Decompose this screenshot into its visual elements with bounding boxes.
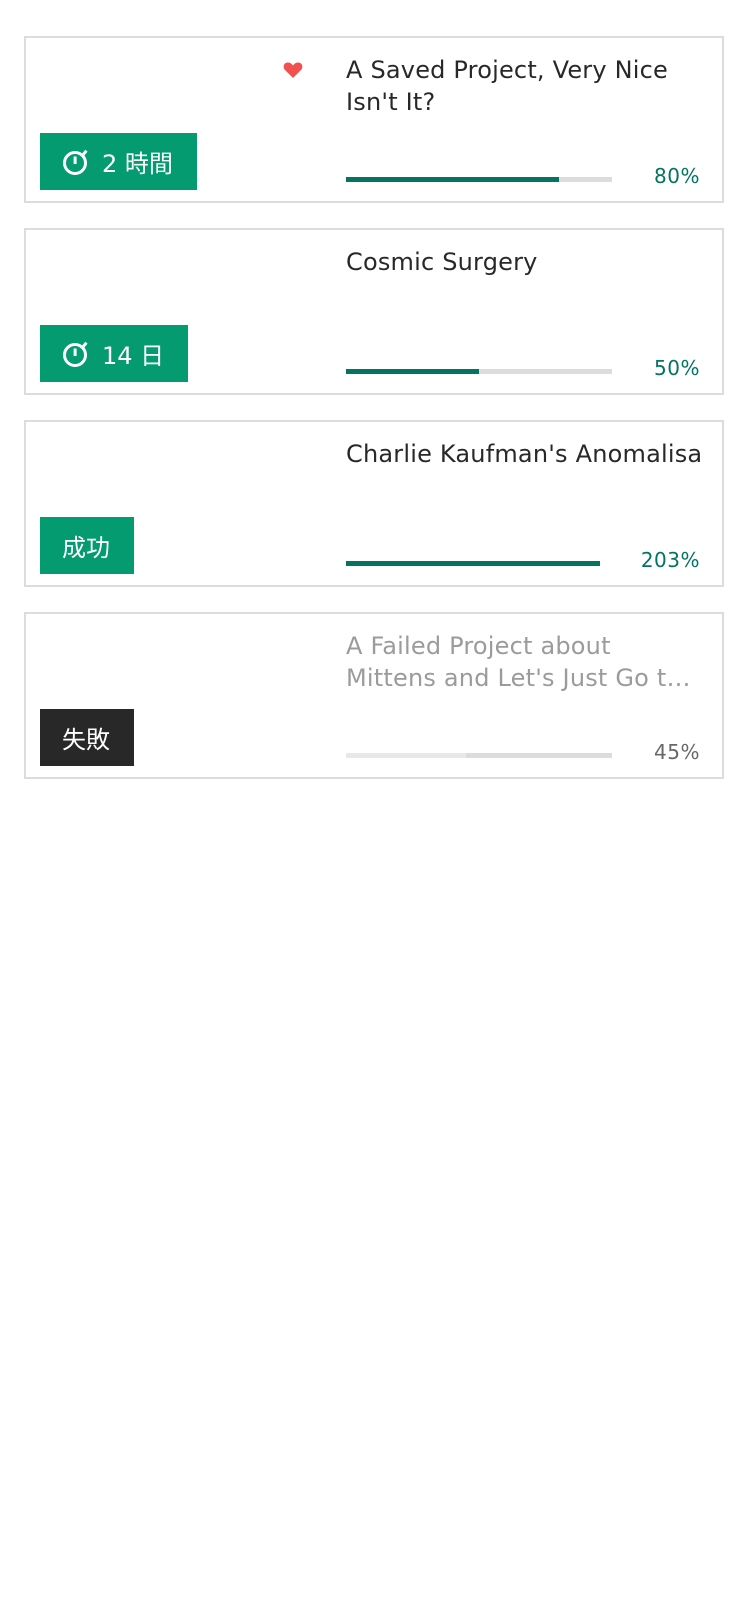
time-remaining-badge: 14 日 [40,325,189,382]
project-title[interactable]: Charlie Kaufman's Anomalisa [346,438,704,470]
funding-progress-bar [346,369,612,374]
funding-progress-bar [346,753,612,758]
project-title[interactable]: A Saved Project, Very Nice Isn't It? [346,54,704,118]
project-card[interactable]: 2 時間 A Saved Project, Very Nice Isn't It… [24,36,724,203]
funding-progress-fill [346,369,479,374]
failed-badge: 失敗 [40,709,134,766]
heart-icon [283,62,303,78]
funding-percent: 50% [654,356,700,380]
funding-percent: 203% [640,548,700,572]
funding-progress-bar [346,561,612,566]
stopwatch-icon [63,149,88,175]
badge-label: 失敗 [62,726,110,754]
project-title[interactable]: A Failed Project about Mittens and Let's… [346,630,704,694]
time-remaining-badge: 2 時間 [40,133,197,190]
badge-label: 成功 [62,534,110,562]
funding-progress-fill [346,753,466,758]
badge-label: 2 時間 [102,150,173,178]
project-title[interactable]: Cosmic Surgery [346,246,704,278]
badge-label: 14 日 [102,342,165,370]
project-card[interactable]: 失敗 A Failed Project about Mittens and Le… [24,612,724,779]
funding-progress-fill [346,177,559,182]
funding-progress-fill [346,561,600,566]
stopwatch-icon [63,341,88,367]
successful-badge: 成功 [40,517,134,574]
funding-progress-bar [346,177,612,182]
funding-percent: 80% [654,164,700,188]
funding-percent: 45% [654,740,700,764]
project-card[interactable]: 成功 Charlie Kaufman's Anomalisa 203% [24,420,724,587]
project-card[interactable]: 14 日 Cosmic Surgery 50% [24,228,724,395]
